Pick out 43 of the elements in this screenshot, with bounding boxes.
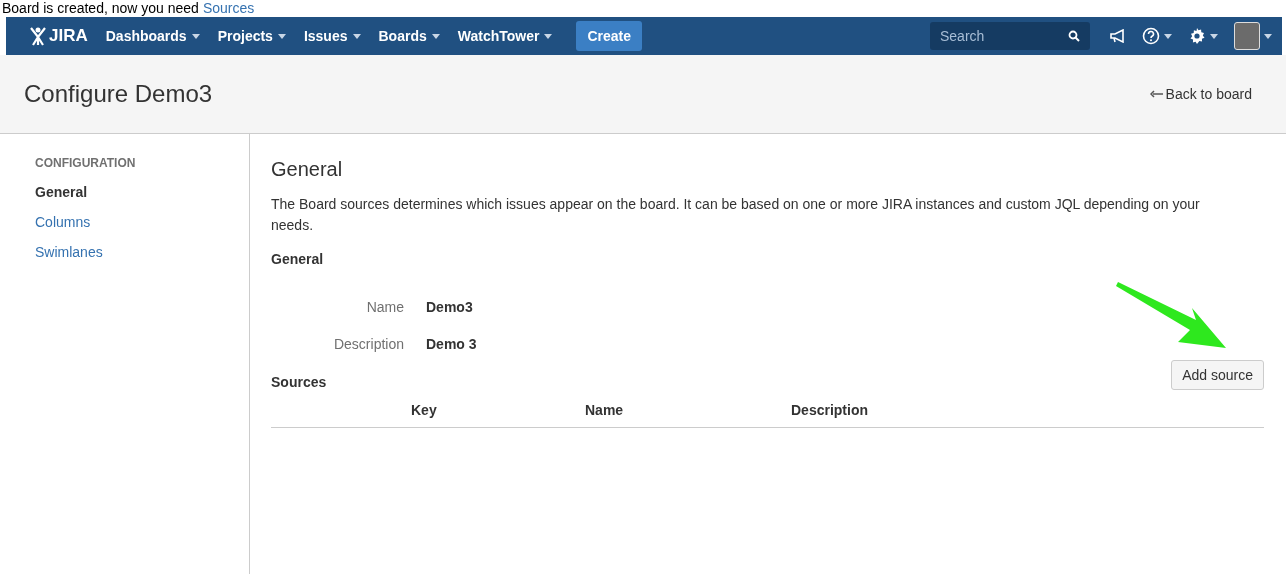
nav-menu[interactable]: WatchTower xyxy=(457,28,553,44)
nav-menu[interactable]: Projects xyxy=(217,28,286,44)
back-arrow-icon xyxy=(1149,90,1163,98)
column-header: Key xyxy=(411,402,438,418)
caret-icon xyxy=(1210,33,1218,39)
page-title: Configure Demo3 xyxy=(24,80,213,108)
column-header: Name xyxy=(585,402,625,418)
field-label: Description xyxy=(332,336,404,352)
field-value: Demo3 xyxy=(426,299,474,315)
caret-icon xyxy=(191,33,200,39)
description-text: The Board sources determines which issues appear on the board. It can be based on one or more JIRA instances and custom JQL depending on your needs. xyxy=(271,195,1201,235)
megaphone-icon[interactable] xyxy=(1110,29,1126,43)
caption-text: Board is created, now you need xyxy=(2,0,199,17)
sources-heading: Sources xyxy=(271,374,327,390)
back-link[interactable]: Back to board xyxy=(1149,86,1252,102)
sidebar-item[interactable]: Columns xyxy=(35,214,249,230)
sidebar-item[interactable]: Swimlanes xyxy=(35,244,249,260)
avatar[interactable] xyxy=(1234,22,1260,50)
sidebar-heading: CONFIGURATION xyxy=(35,156,137,170)
nav-menu[interactable]: Dashboards xyxy=(105,28,200,44)
caret-icon xyxy=(1164,33,1172,39)
field-value: Demo 3 xyxy=(426,336,478,352)
logo-text: JIRA xyxy=(49,26,88,46)
nav-menu[interactable]: Issues xyxy=(303,28,361,44)
subsection-heading: General xyxy=(271,251,325,267)
caret-icon xyxy=(352,33,361,39)
search-field[interactable]: Search xyxy=(930,22,1090,50)
logo-icon[interactable] xyxy=(30,26,46,46)
sidebar-item[interactable]: General xyxy=(35,184,249,200)
sources-link[interactable]: Sources xyxy=(202,0,255,17)
caret-icon xyxy=(1264,33,1272,39)
caret-icon xyxy=(431,33,440,39)
help-icon[interactable] xyxy=(1142,27,1160,45)
caret-icon xyxy=(544,33,553,39)
settings-icon[interactable] xyxy=(1188,27,1206,45)
search-icon xyxy=(1068,30,1080,42)
create-button[interactable]: Create xyxy=(576,21,642,51)
nav-menu[interactable]: Boards xyxy=(378,28,440,44)
caret-icon xyxy=(277,33,286,39)
column-header: Description xyxy=(791,402,869,418)
field-label: Name xyxy=(365,299,404,315)
section-title: General xyxy=(271,158,344,181)
add-source-button[interactable]: Add source xyxy=(1171,360,1264,390)
